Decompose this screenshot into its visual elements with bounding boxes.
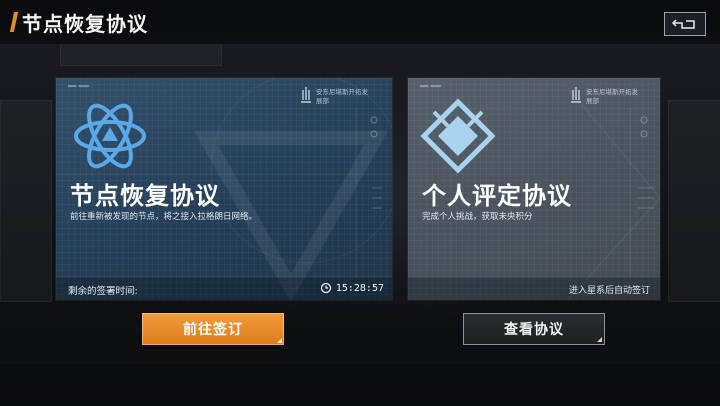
- diamond-badge-icon: [420, 98, 496, 174]
- timer-value: 15:28:57: [335, 282, 384, 294]
- bottom-strip: [0, 362, 720, 406]
- remaining-time-label: 剩余的签署时间:: [68, 286, 138, 297]
- clock-icon: [320, 282, 331, 294]
- page-title: 节点恢复协议: [22, 12, 148, 36]
- atom-star-icon: [74, 103, 146, 169]
- card-title: 节点恢复协议: [70, 182, 220, 210]
- card-description: 前往重新被发现的节点，将之接入拉格朗日网络。: [70, 212, 258, 222]
- org-emblem-icon: [301, 87, 311, 103]
- node-recovery-card[interactable]: ■■■■ ■■■■■ 安东尼堪斯开拓发展部 节点恢复协议 前往重新被发现的节点，…: [56, 78, 392, 300]
- button-corner-mark: [277, 338, 282, 343]
- auto-sign-note: 进入星系后自动签订: [568, 286, 650, 296]
- back-arrow-icon: [672, 19, 695, 29]
- go-sign-label: 前往签订: [183, 322, 243, 338]
- org-tag: 安东尼堪斯开拓发展部: [586, 88, 638, 105]
- go-sign-button[interactable]: 前往签订: [142, 313, 284, 345]
- card-serial: ■■■■ ■■■■■: [420, 84, 442, 88]
- button-corner-mark: [597, 337, 602, 342]
- card-title: 个人评定协议: [422, 182, 572, 210]
- view-agreement-button[interactable]: 查看协议: [463, 313, 605, 345]
- org-emblem-icon: [571, 87, 581, 103]
- card-footer: 进入星系后自动签订: [408, 277, 660, 300]
- personal-assessment-card[interactable]: ■■■■ ■■■■■ 安东尼堪斯开拓发展部 个人评定协议 完成个人挑战，获取未央…: [408, 78, 660, 300]
- background-panel: [0, 100, 52, 302]
- card-serial: ■■■■ ■■■■■: [68, 84, 90, 88]
- title-accent: [9, 12, 19, 32]
- view-agreement-label: 查看协议: [504, 322, 564, 338]
- background-panel: [668, 100, 720, 302]
- top-bar: 节点恢复协议: [0, 0, 720, 44]
- timer: 15:28:57: [320, 282, 384, 294]
- org-tag: 安东尼堪斯开拓发展部: [316, 88, 368, 105]
- back-button[interactable]: [664, 12, 706, 36]
- card-footer: 剩余的签署时间: 15:28:57: [56, 277, 392, 300]
- card-description: 完成个人挑战，获取未央积分: [422, 212, 533, 222]
